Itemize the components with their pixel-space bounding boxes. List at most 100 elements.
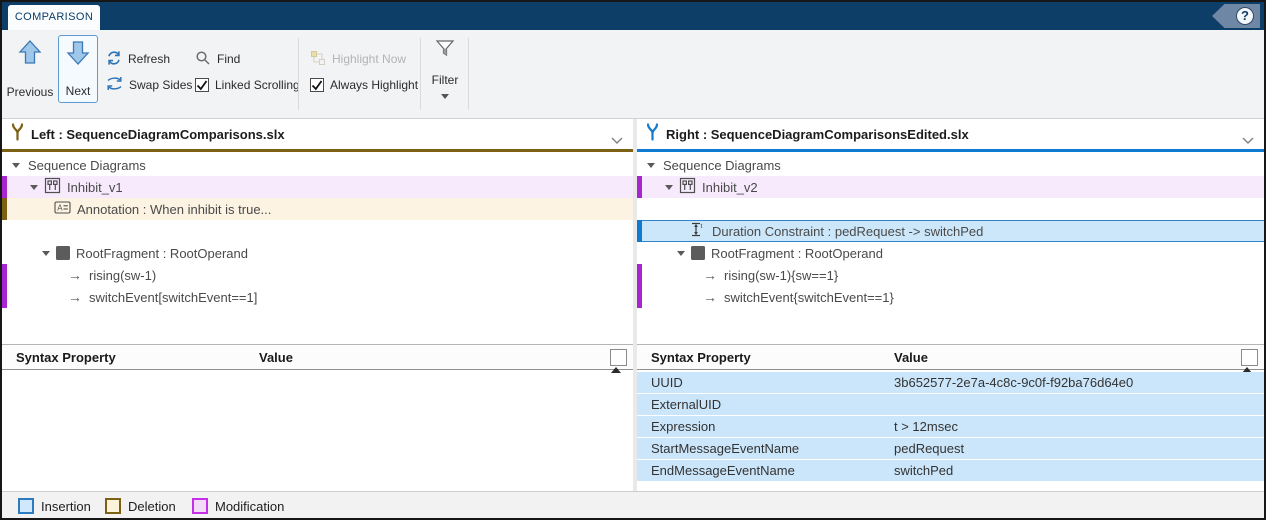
right-property-table: Syntax Property Value UUID 3b652577-2e7a…: [637, 344, 1264, 491]
tree-row-annotation[interactable]: A Annotation : When inhibit is true...: [2, 198, 633, 220]
table-row[interactable]: UUID 3b652577-2e7a-4c8c-9c0f-f92ba76d64e…: [637, 372, 1264, 394]
filter-label: Filter: [432, 73, 459, 87]
left-pane-underline: [2, 149, 633, 152]
tree-row-rootfragment[interactable]: RootFragment : RootOperand: [637, 242, 1264, 264]
message-arrow-icon: →: [703, 268, 717, 282]
tree-row-label: RootFragment : RootOperand: [76, 246, 248, 261]
help-icon[interactable]: ?: [1236, 7, 1254, 25]
annotation-icon: A: [54, 201, 71, 217]
left-pane-header[interactable]: Left : SequenceDiagramComparisons.slx: [2, 119, 633, 149]
expander-icon[interactable]: [42, 251, 50, 256]
tree-row-label: switchEvent{switchEvent==1}: [724, 290, 894, 305]
expander-icon[interactable]: [12, 163, 20, 168]
find-label: Find: [217, 52, 240, 66]
next-label: Next: [66, 84, 91, 98]
tree-row-sequence-diagrams[interactable]: Sequence Diagrams: [2, 154, 633, 176]
message-arrow-icon: →: [68, 268, 82, 282]
tree-row-inhibit-v2[interactable]: Inhibit_v2: [637, 176, 1264, 198]
modification-marker: [2, 286, 7, 308]
ribbon-separator: [298, 38, 299, 110]
property-column-header: Syntax Property: [651, 350, 751, 365]
property-rows: UUID 3b652577-2e7a-4c8c-9c0f-f92ba76d64e…: [637, 372, 1264, 482]
expander-icon[interactable]: [30, 185, 38, 190]
value-cell: pedRequest: [894, 441, 964, 456]
tree-row-empty: [637, 198, 1264, 220]
tree-row-sequence-diagrams[interactable]: Sequence Diagrams: [637, 154, 1264, 176]
arrow-up-icon: [18, 39, 42, 70]
expander-icon[interactable]: [665, 185, 673, 190]
value-cell: t > 12msec: [894, 419, 958, 434]
linked-scrolling-toggle[interactable]: Linked Scrolling: [195, 75, 300, 95]
chevron-down-icon: [441, 94, 449, 99]
insertion-swatch-icon: [18, 498, 34, 514]
property-cell: EndMessageEventName: [651, 463, 795, 478]
tree-row-label: Duration Constraint : pedRequest -> swit…: [712, 224, 983, 239]
message-arrow-icon: →: [68, 290, 82, 304]
tree-row-switchevent[interactable]: → switchEvent[switchEvent==1]: [2, 286, 633, 308]
left-property-table: Syntax Property Value: [2, 344, 633, 491]
svg-text:t: t: [701, 223, 703, 230]
table-row[interactable]: StartMessageEventName pedRequest: [637, 438, 1264, 460]
right-pane-underline: [637, 149, 1264, 152]
always-highlight-toggle[interactable]: Always Highlight: [310, 75, 418, 95]
left-table-header: Syntax Property Value: [2, 344, 633, 370]
tab-comparison[interactable]: COMPARISON: [8, 5, 100, 30]
tree-row-label: Inhibit_v2: [702, 180, 758, 195]
insertion-marker: [637, 220, 642, 242]
collapse-panel-icon[interactable]: [1241, 349, 1258, 366]
tree-row-label: rising(sw-1): [89, 268, 156, 283]
swap-sides-button[interactable]: Swap Sides: [106, 75, 192, 95]
tree-row-rising[interactable]: → rising(sw-1): [2, 264, 633, 286]
tree-row-inhibit-v1[interactable]: Inhibit_v1: [2, 176, 633, 198]
value-column-header: Value: [894, 350, 928, 365]
svg-text:A: A: [57, 204, 63, 213]
refresh-icon: [106, 50, 122, 69]
previous-button[interactable]: Previous: [6, 35, 54, 103]
message-arrow-icon: →: [703, 290, 717, 304]
value-cell: switchPed: [894, 463, 953, 478]
filter-icon: [435, 39, 455, 66]
tree-row-duration-constraint[interactable]: t Duration Constraint : pedRequest -> sw…: [637, 220, 1264, 242]
highlight-now-icon: [310, 50, 326, 69]
next-button[interactable]: Next: [58, 35, 98, 103]
expander-icon[interactable]: [647, 163, 655, 168]
ribbon-separator: [468, 38, 469, 110]
value-cell: 3b652577-2e7a-4c8c-9c0f-f92ba76d64e0: [894, 375, 1133, 390]
expander-icon[interactable]: [677, 251, 685, 256]
tree-row-label: RootFragment : RootOperand: [711, 246, 883, 261]
linked-scrolling-label: Linked Scrolling: [215, 78, 300, 92]
tree-row-rising[interactable]: → rising(sw-1){sw==1}: [637, 264, 1264, 286]
tree-row-switchevent[interactable]: → switchEvent{switchEvent==1}: [637, 286, 1264, 308]
legend-deletion: Deletion: [105, 498, 176, 514]
legend-modification-label: Modification: [215, 499, 284, 514]
refresh-label: Refresh: [128, 52, 170, 66]
chevron-down-icon[interactable]: [1242, 131, 1254, 149]
deletion-swatch-icon: [105, 498, 121, 514]
fragment-icon: [56, 246, 70, 260]
table-row[interactable]: ExternalUID: [637, 394, 1264, 416]
modification-marker: [637, 286, 642, 308]
left-pane-title: Left : SequenceDiagramComparisons.slx: [31, 127, 285, 142]
arrow-down-icon: [66, 40, 90, 71]
previous-label: Previous: [7, 85, 54, 99]
tree-row-label: Inhibit_v1: [67, 180, 123, 195]
refresh-button[interactable]: Refresh: [106, 49, 170, 69]
collapse-panel-icon[interactable]: [610, 349, 627, 366]
always-highlight-label: Always Highlight: [330, 78, 418, 92]
filter-button[interactable]: Filter: [422, 35, 468, 103]
tree-row-label: rising(sw-1){sw==1}: [724, 268, 838, 283]
linked-scrolling-checkbox[interactable]: [195, 78, 209, 92]
table-row[interactable]: EndMessageEventName switchPed: [637, 460, 1264, 482]
always-highlight-checkbox[interactable]: [310, 78, 324, 92]
tree-row-label: Annotation : When inhibit is true...: [77, 202, 271, 217]
chevron-down-icon[interactable]: [611, 131, 623, 149]
tree-row-label: switchEvent[switchEvent==1]: [89, 290, 257, 305]
find-button[interactable]: Find: [195, 49, 240, 69]
compare-fork-icon: [10, 123, 25, 146]
tree-row-rootfragment[interactable]: RootFragment : RootOperand: [2, 242, 633, 264]
property-cell: StartMessageEventName: [651, 441, 799, 456]
table-row[interactable]: Expression t > 12msec: [637, 416, 1264, 438]
modification-marker: [637, 176, 642, 198]
right-pane-header[interactable]: Right : SequenceDiagramComparisonsEdited…: [637, 119, 1264, 149]
tree-row-empty: [2, 220, 633, 242]
